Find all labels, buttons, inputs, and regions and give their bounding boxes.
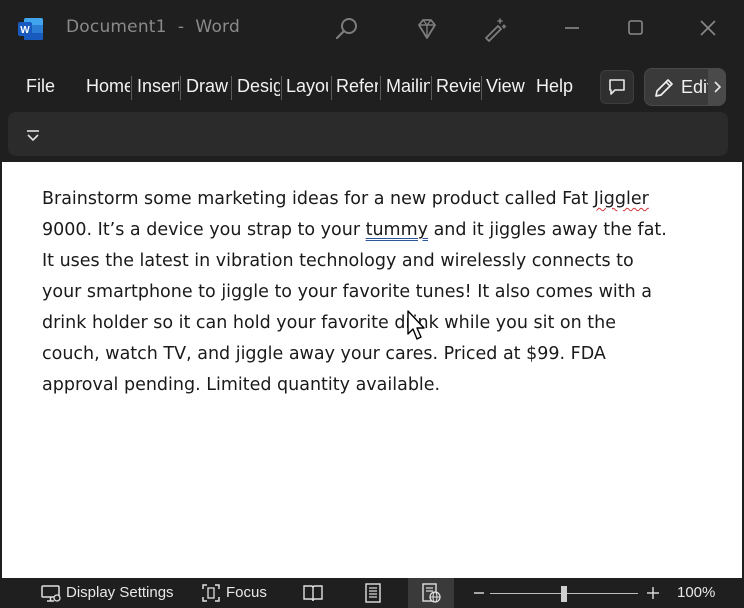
tab-mailings[interactable]: Mailings <box>386 76 430 97</box>
close-icon[interactable] <box>696 16 720 40</box>
tab-separator <box>380 76 381 100</box>
comment-icon <box>609 79 625 95</box>
tab-references[interactable]: References <box>336 76 378 97</box>
zoom-out-icon[interactable] <box>468 582 490 604</box>
pencil-icon <box>655 79 673 97</box>
document-title: Document1 - Word <box>66 17 240 37</box>
tab-separator <box>180 76 181 100</box>
title-bar: W Document1 - Word <box>0 0 744 60</box>
word-window: W Document1 - Word File Home Insert Draw… <box>0 0 744 608</box>
document-line: drink holder so it can hold your favorit… <box>42 313 616 333</box>
mouse-cursor-icon <box>407 310 425 340</box>
document-line: 9000. It’s a device you strap to your tu… <box>42 220 667 240</box>
zoom-slider-thumb[interactable] <box>561 586 567 602</box>
comments-button[interactable] <box>600 70 634 104</box>
zoom-in-icon[interactable] <box>642 582 664 604</box>
spelling-error[interactable]: Jiggler <box>594 189 649 209</box>
tab-separator <box>131 76 132 100</box>
tab-layout[interactable]: Layout <box>286 76 328 97</box>
tab-review[interactable]: Review <box>436 76 480 97</box>
tab-view[interactable]: View <box>486 76 532 97</box>
word-icon[interactable]: W <box>18 17 44 41</box>
tab-separator <box>331 76 332 100</box>
chevron-right-icon <box>714 81 722 93</box>
display-settings-button[interactable]: Display Settings <box>66 584 174 601</box>
tab-help[interactable]: Help <box>536 76 580 97</box>
focus-button[interactable]: Focus <box>226 584 267 601</box>
ribbon-collapsed <box>8 112 728 156</box>
web-layout-icon[interactable] <box>420 582 442 604</box>
grammar-suggestion[interactable]: tummy <box>366 220 428 240</box>
tab-separator <box>431 76 432 100</box>
document-line: your smartphone to jiggle to your favori… <box>42 282 652 302</box>
read-mode-icon[interactable] <box>302 582 324 604</box>
svg-text:W: W <box>20 25 30 36</box>
focus-icon[interactable] <box>200 582 222 604</box>
search-icon[interactable] <box>334 16 360 42</box>
document-line: Brainstorm some marketing ideas for a ne… <box>42 189 649 209</box>
tabs-scroll-right[interactable] <box>708 68 726 106</box>
document-page[interactable]: Brainstorm some marketing ideas for a ne… <box>0 162 744 578</box>
diamond-icon[interactable] <box>414 16 440 42</box>
tab-home[interactable]: Home <box>86 76 130 97</box>
display-settings-icon[interactable] <box>40 582 62 604</box>
ribbon-expand-icon[interactable] <box>24 126 42 144</box>
tab-separator <box>231 76 232 100</box>
maximize-icon[interactable] <box>624 16 648 40</box>
tab-draw[interactable]: Draw <box>186 76 230 97</box>
status-bar: Display Settings Focus 100% <box>0 578 744 608</box>
document-line: It uses the latest in vibration technolo… <box>42 251 634 271</box>
document-line: approval pending. Limited quantity avail… <box>42 375 441 395</box>
print-layout-icon[interactable] <box>362 582 384 604</box>
zoom-level[interactable]: 100% <box>677 584 715 601</box>
tab-design[interactable]: Design <box>237 76 280 97</box>
magic-wand-icon[interactable] <box>482 16 508 42</box>
tab-separator <box>481 76 482 100</box>
minimize-icon[interactable] <box>560 16 584 40</box>
document-body[interactable]: Brainstorm some marketing ideas for a ne… <box>42 184 702 401</box>
tab-separator <box>281 76 282 100</box>
tab-file[interactable]: File <box>26 76 66 97</box>
document-line: couch, watch TV, and jiggle away your ca… <box>42 344 606 364</box>
tab-insert[interactable]: Insert <box>137 76 179 97</box>
